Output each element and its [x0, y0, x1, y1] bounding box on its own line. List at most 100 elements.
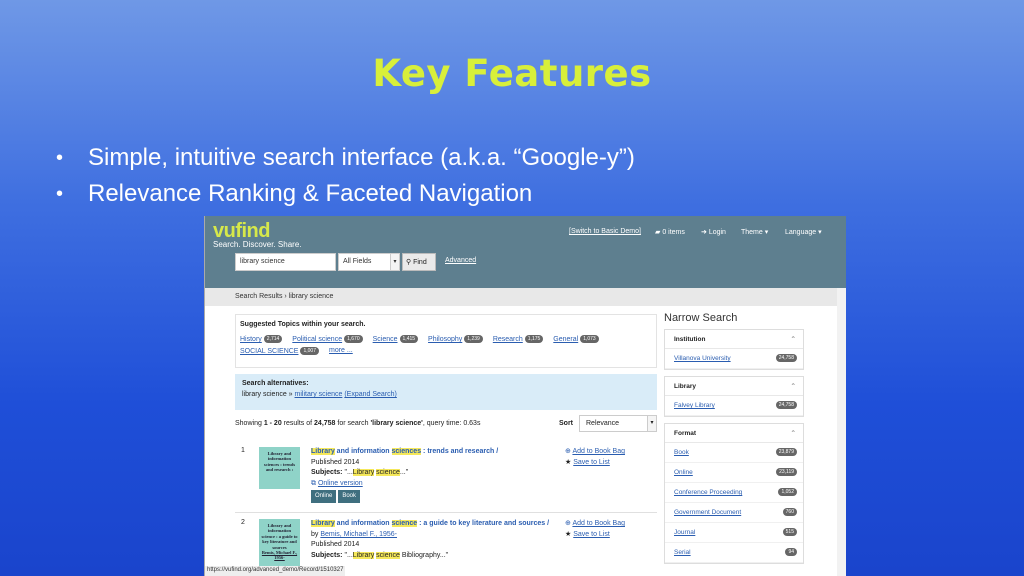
topic-link[interactable]: Research 1,175 [493, 335, 544, 343]
facet-count: 23,119 [776, 468, 797, 476]
bullet-dot: • [56, 146, 64, 169]
switch-basic-link[interactable]: [Switch to Basic Demo] [569, 228, 641, 235]
save-to-list-link[interactable]: ★ Save to List [565, 458, 625, 469]
subject-part: ..." [399, 469, 409, 476]
facet-item-label: Conference Proceeding [674, 489, 743, 496]
find-button[interactable]: ⚲ Find [402, 253, 436, 271]
theme-menu[interactable]: Theme ▾ [741, 228, 768, 236]
result-number: 2 [241, 519, 245, 526]
facet-title: Library [674, 383, 697, 390]
facet-item[interactable]: Villanova University 24,758 [665, 349, 803, 369]
topic-count: 1,670 [344, 335, 363, 343]
login-link[interactable]: ➜ Login [701, 228, 726, 236]
slide-title: Key Features [372, 52, 652, 95]
facet-header[interactable]: Institution ⌃ [665, 330, 803, 349]
more-topics-link[interactable]: more ... [329, 347, 353, 355]
topic-link[interactable]: SOCIAL SCIENCE 1,007 [240, 347, 319, 355]
advanced-search-link[interactable]: Advanced [445, 257, 476, 264]
facet-item[interactable]: Conference Proceeding 1,052 [665, 483, 803, 503]
topic-link[interactable]: History 2,714 [240, 335, 283, 343]
author-link[interactable]: Bemis, Michael F., 1956- [320, 531, 397, 538]
vufind-header: vufind Search. Discover. Share. [Switch … [205, 216, 846, 288]
summary-prefix: Showing [235, 420, 262, 427]
topic-label: General [553, 335, 579, 343]
facet-item[interactable]: Journal 515 [665, 523, 803, 543]
chevron-up-icon: ⌃ [790, 430, 796, 437]
topic-link[interactable]: General 1,073 [553, 335, 599, 343]
save-to-list-link[interactable]: ★ Save to List [565, 530, 625, 541]
scrollbar[interactable] [837, 288, 846, 576]
suggested-topics-heading: Suggested Topics within your search. [240, 321, 366, 328]
facet-institution: Institution ⌃ Villanova University 24,758 [664, 329, 804, 370]
facet-header[interactable]: Library ⌃ [665, 377, 803, 396]
subject-part: science [376, 469, 400, 476]
search-field-select[interactable]: All Fields ▾ [338, 253, 400, 271]
language-menu[interactable]: Language ▾ [785, 228, 822, 236]
result-title-link[interactable]: Library and information science : a guid… [311, 519, 561, 530]
subject-part: "... [344, 551, 353, 559]
book-bag-link[interactable]: ▰ 0 items [655, 228, 685, 236]
search-input[interactable]: library science [235, 253, 336, 271]
facet-format: Format ⌃ Book 23,879 Online 23,119 Conferen… [664, 423, 804, 564]
topic-count: 2,714 [263, 335, 283, 343]
subject-part: science [376, 551, 400, 559]
add-to-bag-link[interactable]: ⊕ Add to Book Bag [565, 447, 625, 458]
bullet-dot: • [56, 182, 64, 205]
topic-link[interactable]: Science 1,415 [372, 335, 419, 343]
result-title-link[interactable]: Library and information sciences : trend… [311, 447, 561, 458]
bullet-list: • Simple, intuitive search interface (a.k… [56, 140, 635, 212]
book-cover[interactable]: Library and information sciences : trend… [259, 447, 300, 489]
login-label: Login [708, 229, 726, 236]
facet-item[interactable]: Book 23,879 [665, 443, 803, 463]
alternatives-heading: Search alternatives: [242, 380, 309, 387]
title-part: Library [311, 520, 335, 527]
facet-item[interactable]: Falvey Library 24,758 [665, 396, 803, 416]
expand-search-link[interactable]: (Expand Search) [344, 391, 397, 398]
online-version-label: Online version [317, 479, 363, 487]
subjects: Subjects: "...Library science..." [311, 468, 561, 479]
topic-link[interactable]: Philosophy 1,239 [428, 335, 483, 343]
caret-down-icon: ▾ [816, 229, 822, 236]
add-to-bag-link[interactable]: ⊕ Add to Book Bag [565, 519, 625, 530]
published: Published 2014 [311, 541, 360, 548]
title-part: sciences [391, 448, 422, 455]
result-info: Library and information sciences : trend… [311, 447, 561, 503]
topic-label: Philosophy [428, 335, 463, 343]
theme-label: Theme [741, 229, 763, 236]
result-actions: ⊕ Add to Book Bag ★ Save to List [565, 447, 625, 468]
alternative-link[interactable]: military science [295, 391, 343, 398]
select-arrow-icon: ▾ [647, 416, 656, 431]
summary-mid: results of [283, 420, 313, 427]
topic-label: Science [372, 335, 398, 343]
facet-item[interactable]: Online 23,119 [665, 463, 803, 483]
vufind-screenshot: vufind Search. Discover. Share. [Switch … [204, 216, 846, 576]
facet-count: 1,052 [778, 488, 797, 496]
facet-item[interactable]: Serial 94 [665, 543, 803, 563]
search-alternatives: Search alternatives: library science » m… [235, 374, 657, 410]
sort-select[interactable]: Relevance ▾ [579, 415, 657, 432]
star-icon: ★ [565, 458, 574, 466]
sort-value: Relevance [586, 420, 620, 427]
subject-part: Bibliography..." [399, 551, 449, 559]
bullet-text: Relevance Ranking & Faceted Navigation [88, 180, 533, 207]
topic-count: 1,415 [399, 335, 419, 343]
title-part: Library [311, 448, 335, 455]
topic-count: 1,073 [580, 335, 599, 343]
facet-header[interactable]: Format ⌃ [665, 424, 803, 443]
login-icon: ➜ [701, 229, 709, 236]
subjects: Subjects: "...Library science Bibliograp… [311, 551, 561, 562]
facet-count: 24,758 [775, 354, 797, 362]
add-to-bag-label: Add to Book Bag [572, 448, 625, 455]
summary-suffix: for search [337, 420, 369, 427]
facet-count: 515 [782, 528, 797, 536]
select-arrow-icon: ▾ [390, 254, 399, 270]
narrow-search-sidebar: Narrow Search Institution ⌃ Villanova Uni… [664, 312, 804, 570]
topic-link[interactable]: Political science 1,670 [292, 335, 363, 343]
find-label: Find [413, 259, 427, 266]
add-to-bag-label: Add to Book Bag [572, 520, 625, 527]
facet-item[interactable]: Government Document 760 [665, 503, 803, 523]
facet-library: Library ⌃ Falvey Library 24,758 [664, 376, 804, 417]
online-version-link[interactable]: ⧉ Online version [311, 479, 561, 490]
subjects-label: Subjects: [311, 469, 343, 476]
facet-item-label: Government Document [674, 509, 742, 516]
